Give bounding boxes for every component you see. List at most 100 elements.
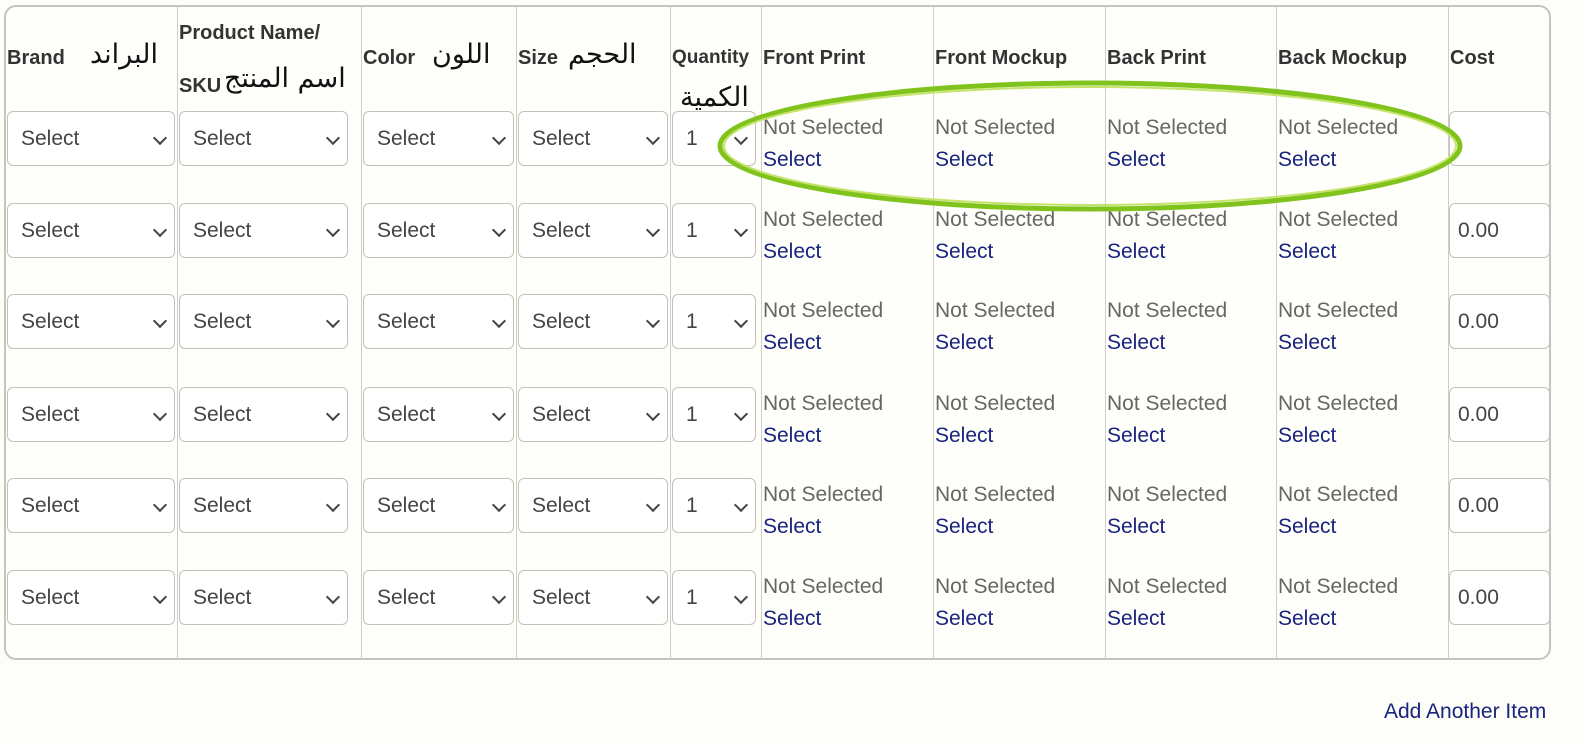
- front-mockup-status: Not Selected: [935, 575, 1056, 598]
- brand-select[interactable]: Select: [7, 478, 175, 533]
- color-select[interactable]: Select: [363, 478, 514, 533]
- front-print-select-link[interactable]: Select: [763, 331, 821, 355]
- size-select-value: Select: [532, 218, 591, 242]
- cost-field[interactable]: 0.00: [1449, 478, 1550, 533]
- chevron-down-icon: [152, 497, 168, 513]
- front-print-status: Not Selected: [763, 575, 884, 598]
- front-mockup-select-link[interactable]: Select: [935, 515, 993, 539]
- front-mockup-status: Not Selected: [935, 483, 1056, 506]
- quantity-select-value: 1: [686, 218, 698, 242]
- product-select[interactable]: Select: [179, 570, 348, 625]
- column-divider: [516, 7, 517, 659]
- front-print-select-link[interactable]: Select: [763, 424, 821, 448]
- quantity-select[interactable]: 1: [672, 387, 756, 442]
- brand-select[interactable]: Select: [7, 111, 175, 166]
- brand-select[interactable]: Select: [7, 387, 175, 442]
- chevron-down-icon: [491, 130, 507, 146]
- front-print-select-link[interactable]: Select: [763, 607, 821, 631]
- color-select[interactable]: Select: [363, 111, 514, 166]
- color-select-value: Select: [377, 218, 436, 242]
- quantity-select-value: 1: [686, 402, 698, 426]
- back-print-select-link[interactable]: Select: [1107, 424, 1165, 448]
- product-select[interactable]: Select: [179, 294, 348, 349]
- back-print-status: Not Selected: [1107, 116, 1228, 139]
- front-mockup-select-link[interactable]: Select: [935, 607, 993, 631]
- product-select[interactable]: Select: [179, 203, 348, 258]
- front-mockup-status: Not Selected: [935, 208, 1056, 231]
- header-color: Color: [363, 47, 416, 69]
- product-select-value: Select: [193, 585, 252, 609]
- chevron-down-icon: [645, 589, 661, 605]
- back-print-select-link[interactable]: Select: [1107, 240, 1165, 264]
- quantity-select[interactable]: 1: [672, 111, 756, 166]
- size-select[interactable]: Select: [518, 203, 668, 258]
- color-select-value: Select: [377, 126, 436, 150]
- chevron-down-icon: [645, 406, 661, 422]
- back-print-status: Not Selected: [1107, 575, 1228, 598]
- front-print-select-link[interactable]: Select: [763, 148, 821, 172]
- chevron-down-icon: [491, 589, 507, 605]
- quantity-select[interactable]: 1: [672, 478, 756, 533]
- size-select[interactable]: Select: [518, 478, 668, 533]
- cost-field[interactable]: [1449, 111, 1550, 166]
- add-another-item-link[interactable]: Add Another Item: [1384, 700, 1546, 724]
- brand-select[interactable]: Select: [7, 570, 175, 625]
- cost-field[interactable]: 0.00: [1449, 387, 1550, 442]
- color-select[interactable]: Select: [363, 387, 514, 442]
- back-mockup-select-link[interactable]: Select: [1278, 424, 1336, 448]
- header-cost: Cost: [1450, 47, 1495, 69]
- product-select[interactable]: Select: [179, 387, 348, 442]
- back-print-select-link[interactable]: Select: [1107, 148, 1165, 172]
- product-select-value: Select: [193, 218, 252, 242]
- back-print-status: Not Selected: [1107, 208, 1228, 231]
- size-select[interactable]: Select: [518, 570, 668, 625]
- cost-field[interactable]: 0.00: [1449, 570, 1550, 625]
- front-print-select-link[interactable]: Select: [763, 515, 821, 539]
- color-select[interactable]: Select: [363, 570, 514, 625]
- front-mockup-status: Not Selected: [935, 299, 1056, 322]
- back-mockup-select-link[interactable]: Select: [1278, 331, 1336, 355]
- product-select[interactable]: Select: [179, 111, 348, 166]
- front-mockup-select-link[interactable]: Select: [935, 240, 993, 264]
- chevron-down-icon: [325, 589, 341, 605]
- front-mockup-select-link[interactable]: Select: [935, 424, 993, 448]
- column-divider: [1276, 7, 1277, 659]
- cost-field[interactable]: 0.00: [1449, 294, 1550, 349]
- back-print-select-link[interactable]: Select: [1107, 607, 1165, 631]
- size-select[interactable]: Select: [518, 111, 668, 166]
- front-mockup-select-link[interactable]: Select: [935, 331, 993, 355]
- header-back-print: Back Print: [1107, 47, 1206, 69]
- size-select[interactable]: Select: [518, 294, 668, 349]
- back-mockup-select-link[interactable]: Select: [1278, 240, 1336, 264]
- back-mockup-select-link[interactable]: Select: [1278, 607, 1336, 631]
- header-front-mockup: Front Mockup: [935, 47, 1068, 69]
- size-select[interactable]: Select: [518, 387, 668, 442]
- brand-select[interactable]: Select: [7, 203, 175, 258]
- chevron-down-icon: [152, 589, 168, 605]
- product-select[interactable]: Select: [179, 478, 348, 533]
- back-print-select-link[interactable]: Select: [1107, 331, 1165, 355]
- brand-select[interactable]: Select: [7, 294, 175, 349]
- front-print-status: Not Selected: [763, 208, 884, 231]
- color-select[interactable]: Select: [363, 294, 514, 349]
- chevron-down-icon: [325, 313, 341, 329]
- back-mockup-status: Not Selected: [1278, 483, 1399, 506]
- chevron-down-icon: [733, 497, 749, 513]
- cost-field[interactable]: 0.00: [1449, 203, 1550, 258]
- back-mockup-select-link[interactable]: Select: [1278, 515, 1336, 539]
- back-mockup-status: Not Selected: [1278, 116, 1399, 139]
- back-print-select-link[interactable]: Select: [1107, 515, 1165, 539]
- quantity-select[interactable]: 1: [672, 203, 756, 258]
- back-mockup-status: Not Selected: [1278, 299, 1399, 322]
- brand-select-value: Select: [21, 309, 80, 333]
- color-select-value: Select: [377, 402, 436, 426]
- front-mockup-select-link[interactable]: Select: [935, 148, 993, 172]
- quantity-select[interactable]: 1: [672, 294, 756, 349]
- back-mockup-select-link[interactable]: Select: [1278, 148, 1336, 172]
- front-mockup-status: Not Selected: [935, 392, 1056, 415]
- front-print-status: Not Selected: [763, 392, 884, 415]
- front-print-select-link[interactable]: Select: [763, 240, 821, 264]
- color-select-value: Select: [377, 585, 436, 609]
- quantity-select[interactable]: 1: [672, 570, 756, 625]
- color-select[interactable]: Select: [363, 203, 514, 258]
